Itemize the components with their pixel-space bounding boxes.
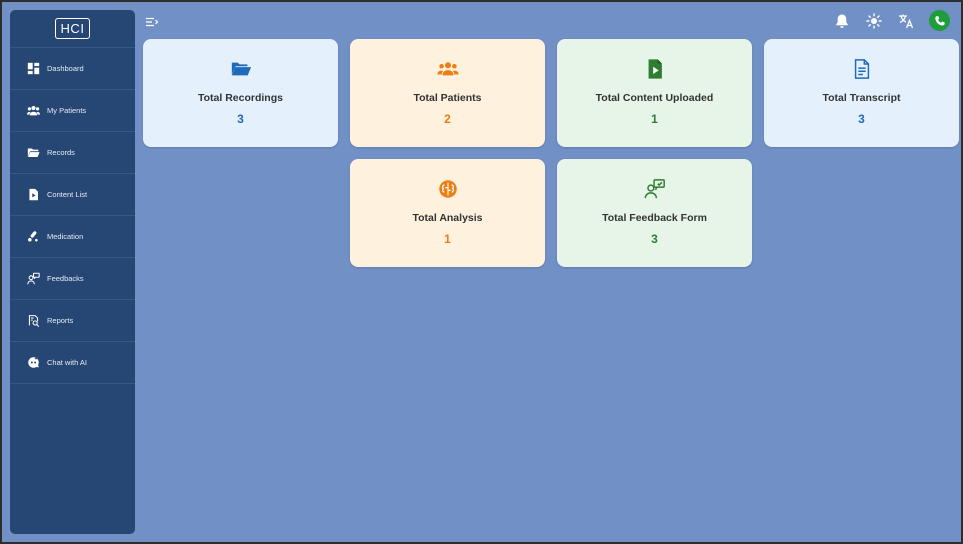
sidebar-item-label: Medication (47, 232, 84, 241)
card-value: 2 (444, 112, 451, 126)
folder-icon (27, 146, 40, 159)
video-file-icon (27, 188, 40, 201)
card-title: Total Transcript (822, 92, 901, 104)
card-title: Total Feedback Form (602, 212, 707, 224)
sidebar-item-chat-with-ai[interactable]: Chat with AI (10, 342, 135, 384)
sidebar-item-dashboard[interactable]: Dashboard (10, 48, 135, 90)
theme-sun-icon[interactable] (864, 11, 884, 31)
patients-icon (27, 104, 40, 117)
translate-icon[interactable] (896, 11, 916, 31)
total-analysis-card[interactable]: Total Analysis 1 (350, 159, 545, 267)
card-value: 3 (237, 112, 244, 126)
sidebar-item-reports[interactable]: Reports (10, 300, 135, 342)
analysis-brain-icon (437, 178, 459, 200)
phone-call-icon[interactable] (929, 10, 950, 31)
sidebar-item-label: Content List (47, 190, 88, 199)
chat-ai-icon (27, 356, 40, 369)
video-file-icon (644, 58, 666, 80)
sidebar-item-label: Dashboard (47, 64, 84, 73)
total-transcript-card[interactable]: Total Transcript 3 (764, 39, 959, 147)
card-value: 1 (444, 232, 451, 246)
folder-open-icon (230, 58, 252, 80)
sidebar-item-label: Records (47, 148, 75, 157)
card-value: 1 (651, 112, 658, 126)
reports-icon (27, 314, 40, 327)
document-icon (851, 58, 873, 80)
app-logo[interactable]: HCI (54, 18, 91, 39)
logo-container: HCI (10, 10, 135, 48)
sidebar-item-label: My Patients (47, 106, 87, 115)
sidebar-item-my-patients[interactable]: My Patients (10, 90, 135, 132)
card-value: 3 (651, 232, 658, 246)
card-title: Total Content Uploaded (595, 92, 714, 104)
menu-toggle-icon[interactable] (145, 15, 159, 29)
medication-icon (27, 230, 40, 243)
feedback-icon (27, 272, 40, 285)
sidebar-item-label: Reports (47, 316, 74, 325)
sidebar-item-content-list[interactable]: Content List (10, 174, 135, 216)
users-icon (436, 58, 459, 80)
feedback-icon (644, 178, 666, 200)
sidebar-item-records[interactable]: Records (10, 132, 135, 174)
total-recordings-card[interactable]: Total Recordings 3 (143, 39, 338, 147)
sidebar: HCI Dashboard My Patients Records Conten… (10, 10, 135, 534)
sidebar-item-label: Chat with AI (47, 358, 88, 367)
total-patients-card[interactable]: Total Patients 2 (350, 39, 545, 147)
card-value: 3 (858, 112, 865, 126)
total-feedback-form-card[interactable]: Total Feedback Form 3 (557, 159, 752, 267)
card-title: Total Patients (413, 92, 482, 104)
card-title: Total Recordings (198, 92, 283, 104)
card-title: Total Analysis (412, 212, 483, 224)
total-content-uploaded-card[interactable]: Total Content Uploaded 1 (557, 39, 752, 147)
sidebar-item-feedbacks[interactable]: Feedbacks (10, 258, 135, 300)
dashboard-icon (27, 62, 40, 75)
sidebar-item-medication[interactable]: Medication (10, 216, 135, 258)
sidebar-item-label: Feedbacks (47, 274, 84, 283)
notification-bell-icon[interactable] (832, 11, 852, 31)
